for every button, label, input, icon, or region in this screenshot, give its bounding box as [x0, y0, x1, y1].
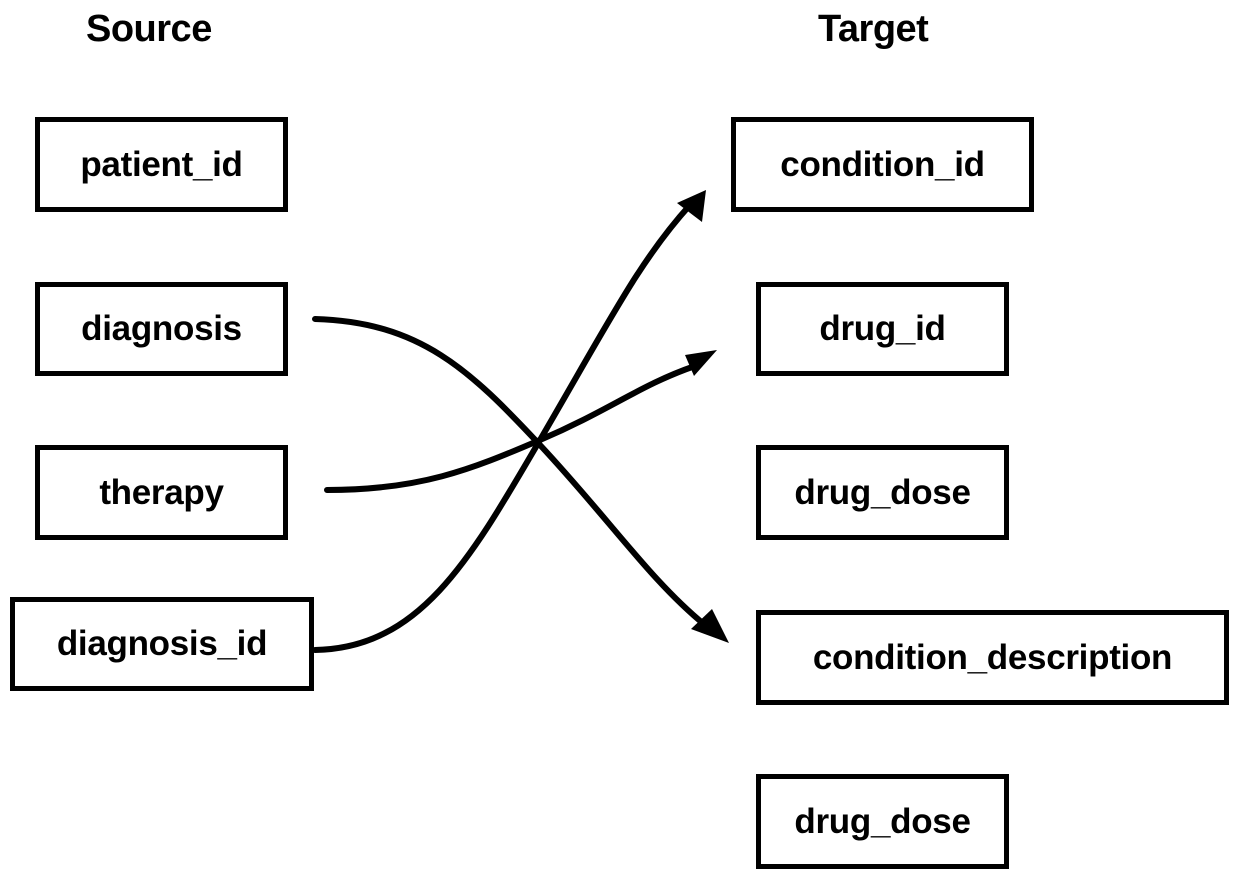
- mapping-arrows: [312, 190, 729, 653]
- arrow-diagnosis-to-condition-description: [312, 316, 708, 628]
- arrow-diagnosis-id-to-condition-id: [312, 202, 693, 653]
- arrow-therapy-to-drug-id: [324, 363, 698, 493]
- arrowhead-drug-id: [685, 350, 717, 376]
